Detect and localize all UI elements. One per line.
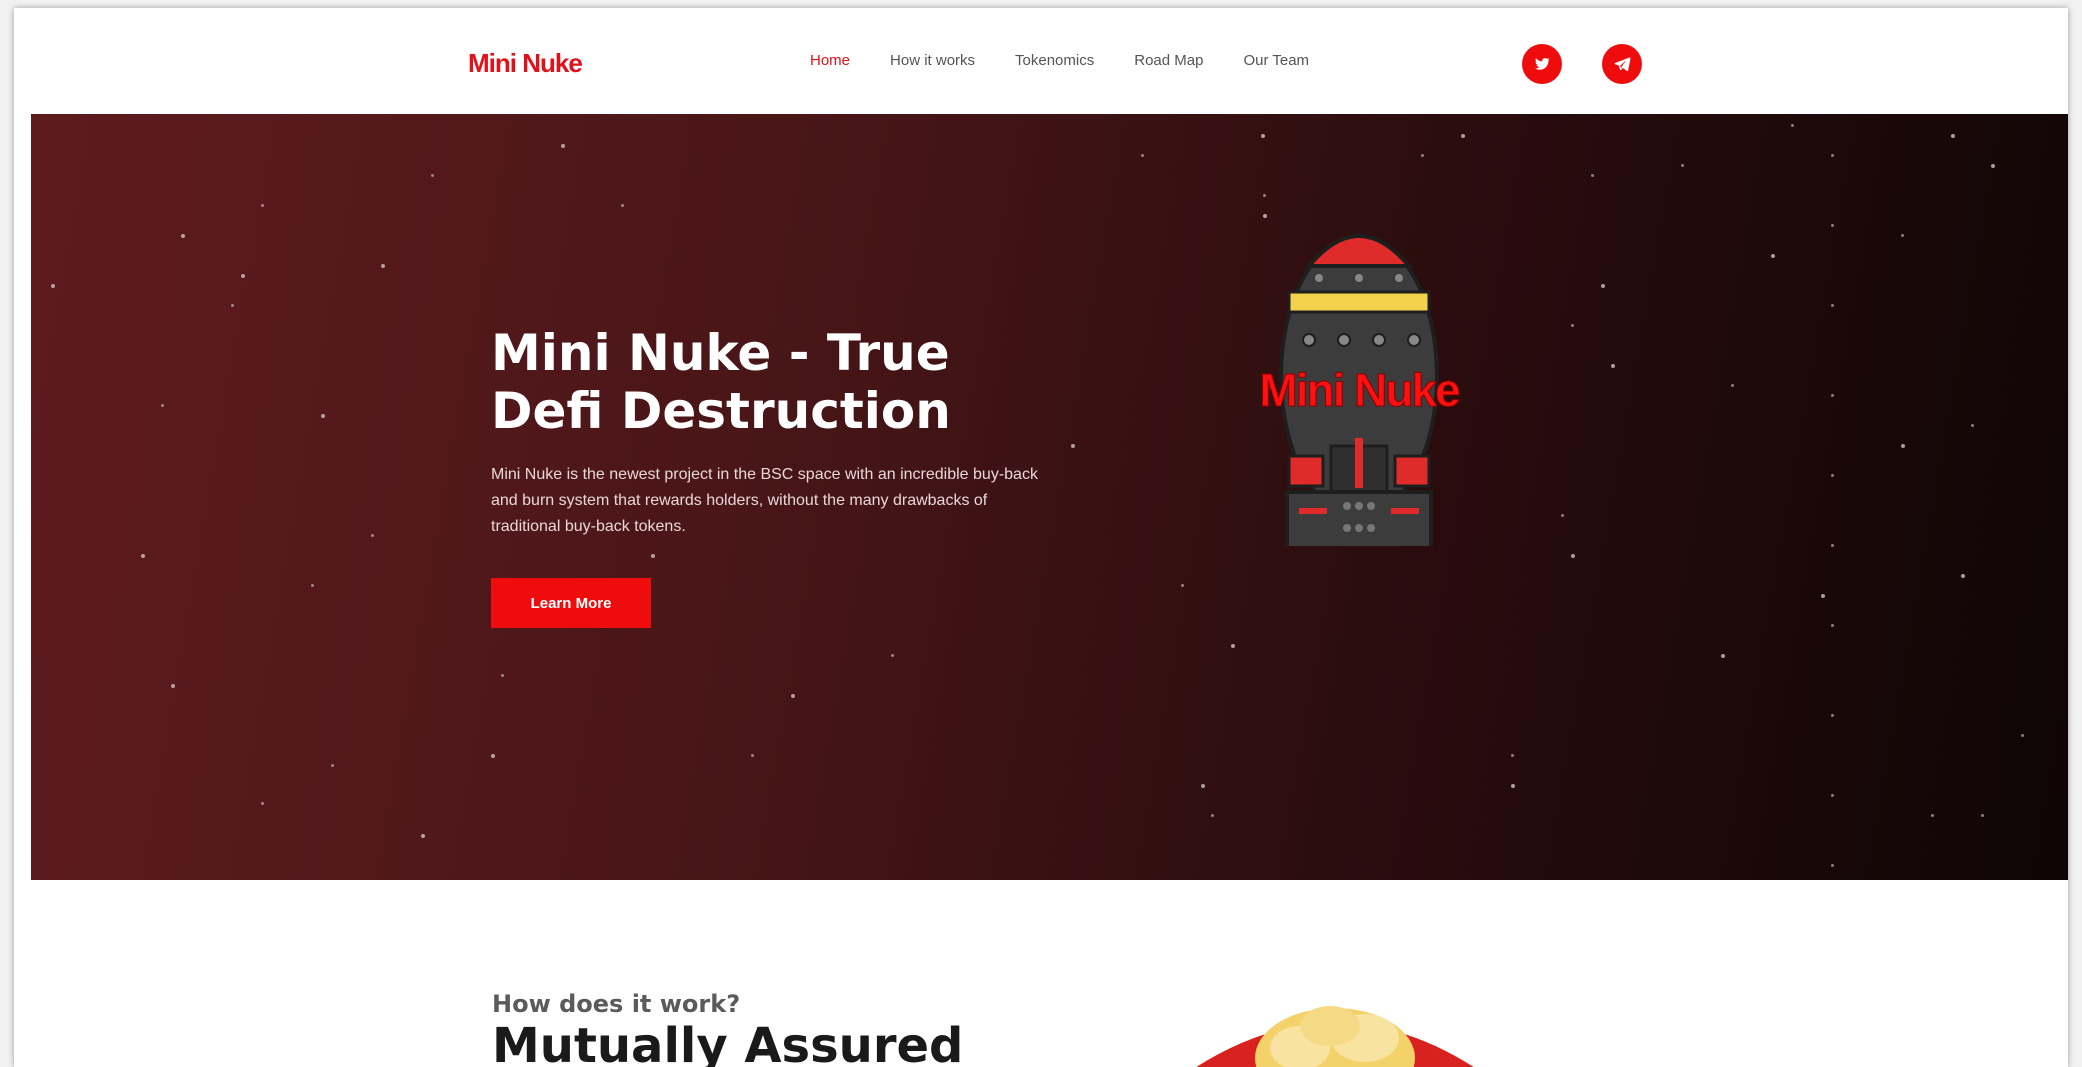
telegram-icon — [1614, 57, 1631, 72]
star — [1831, 624, 1834, 627]
star — [1731, 384, 1734, 387]
star — [1931, 814, 1934, 817]
star — [1831, 794, 1834, 797]
star — [381, 264, 385, 268]
star — [1141, 154, 1144, 157]
star — [1971, 424, 1974, 427]
star — [1991, 164, 1995, 168]
bomb-logo-text: Mini Nuke — [1259, 364, 1460, 416]
star — [1231, 644, 1235, 648]
star — [1831, 544, 1834, 547]
star — [161, 404, 164, 407]
star — [421, 834, 425, 838]
hero-title: Mini Nuke - True Defi Destruction — [491, 324, 951, 440]
star — [1181, 584, 1184, 587]
star — [171, 684, 175, 688]
star — [1831, 224, 1834, 227]
star — [1263, 194, 1266, 197]
nav-road-map[interactable]: Road Map — [1134, 52, 1203, 69]
star — [181, 234, 185, 238]
star — [371, 534, 374, 537]
mini-nuke-bomb-illustration: Mini Nuke — [1259, 234, 1463, 546]
star — [1831, 474, 1834, 477]
star — [1201, 784, 1205, 788]
star — [491, 754, 495, 758]
star — [1261, 134, 1265, 138]
star — [1831, 864, 1834, 867]
explosion-illustration — [1196, 1006, 1474, 1067]
star — [1461, 134, 1465, 138]
star — [1511, 754, 1514, 757]
star — [1721, 654, 1725, 658]
star — [331, 764, 334, 767]
twitter-icon — [1535, 58, 1550, 70]
star — [1511, 784, 1515, 788]
main-menu: Home How it works Tokenomics Road Map Ou… — [810, 52, 1349, 69]
star — [621, 204, 624, 207]
star — [751, 754, 754, 757]
section-subtitle: How does it work? — [492, 990, 741, 1018]
page-frame: Mini Nuke Home How it works Tokenomics R… — [14, 8, 2068, 1067]
star — [1961, 574, 1965, 578]
star — [1681, 164, 1684, 167]
star — [1591, 174, 1594, 177]
star — [1901, 234, 1904, 237]
star — [321, 414, 325, 418]
site-logo[interactable]: Mini Nuke — [468, 48, 583, 79]
telegram-button[interactable] — [1602, 44, 1642, 84]
star — [501, 674, 504, 677]
star — [261, 802, 264, 805]
hero-section: Mini Nuke - True Defi Destruction Mini N… — [31, 114, 2068, 880]
star — [1831, 394, 1834, 397]
star — [311, 584, 314, 587]
star — [1831, 714, 1834, 717]
star — [1421, 154, 1424, 157]
star — [51, 284, 55, 288]
star — [261, 204, 264, 207]
star — [2021, 734, 2024, 737]
nav-tokenomics[interactable]: Tokenomics — [1015, 52, 1094, 69]
star — [231, 304, 234, 307]
star — [1071, 444, 1075, 448]
star — [141, 554, 145, 558]
star — [1571, 554, 1575, 558]
nav-how-it-works[interactable]: How it works — [890, 52, 975, 69]
star — [1211, 814, 1214, 817]
star — [791, 694, 795, 698]
nav-home[interactable]: Home — [810, 52, 850, 69]
star — [1771, 254, 1775, 258]
star — [1561, 514, 1564, 517]
star — [1821, 594, 1825, 598]
hero-description: Mini Nuke is the newest project in the B… — [491, 466, 1038, 535]
section-heading: Mutually Assured — [492, 1018, 964, 1067]
learn-more-button[interactable]: Learn More — [491, 578, 651, 628]
nav-our-team[interactable]: Our Team — [1243, 52, 1309, 69]
star — [1831, 304, 1834, 307]
star — [1791, 124, 1794, 127]
star — [1901, 444, 1905, 448]
star — [241, 274, 245, 278]
star — [891, 654, 894, 657]
star — [1601, 284, 1605, 288]
star — [431, 174, 434, 177]
star — [1831, 154, 1834, 157]
top-navbar: Mini Nuke Home How it works Tokenomics R… — [14, 8, 2068, 114]
twitter-button[interactable] — [1522, 44, 1562, 84]
star — [1981, 814, 1984, 817]
star — [1571, 324, 1574, 327]
star — [651, 554, 655, 558]
star — [561, 144, 565, 148]
star — [1951, 134, 1955, 138]
star — [1611, 364, 1615, 368]
